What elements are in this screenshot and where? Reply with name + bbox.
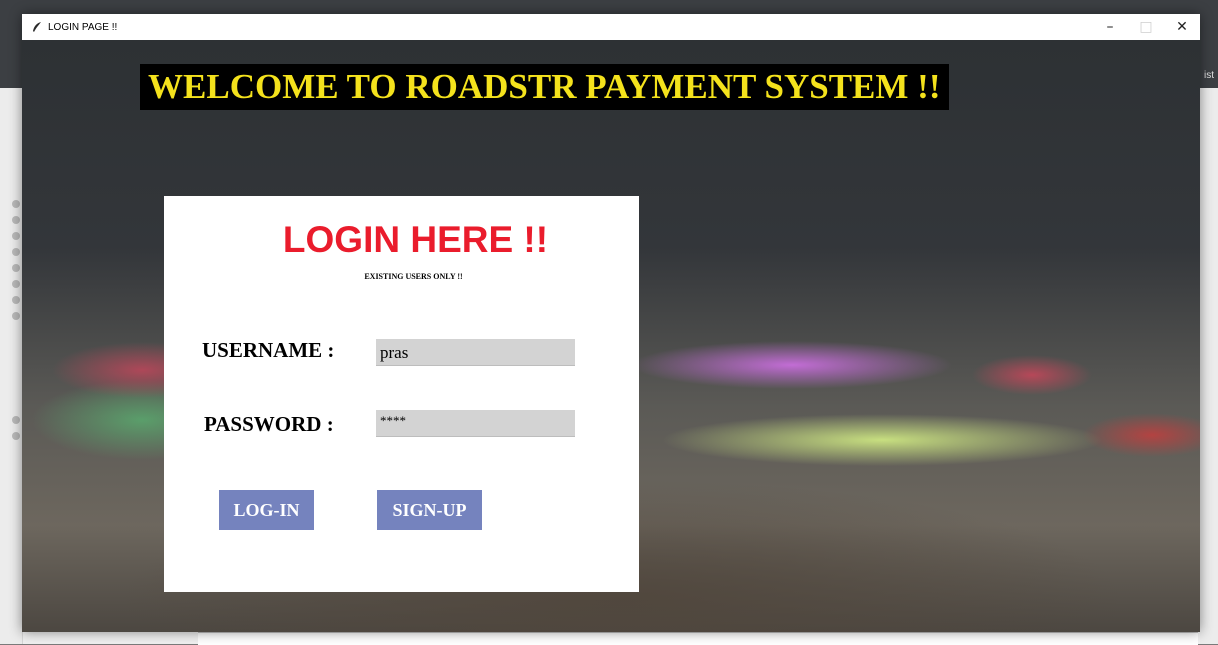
maximize-button[interactable]: □ [1128,14,1164,40]
password-label: PASSWORD : [204,412,334,436]
background-app-text: ist [1204,70,1214,81]
background-photo: WELCOME TO ROADSTR PAYMENT SYSTEM !! LOG… [22,40,1200,632]
minimize-button[interactable]: – [1092,14,1128,40]
login-panel: LOGIN HERE !! EXISTING USERS ONLY !! USE… [164,196,639,592]
tree-node-icon [12,280,20,288]
background-app-scrollbar [1200,88,1218,644]
login-button[interactable]: LOG-IN [219,490,314,530]
login-window: LOGIN PAGE !! – □ ✕ WELCOME TO ROADSTR P… [22,14,1200,632]
tree-node-icon [12,232,20,240]
tree-node-icon [12,216,20,224]
tree-node-icon [12,432,20,440]
window-title: LOGIN PAGE !! [48,21,118,33]
title-bar[interactable]: LOGIN PAGE !! – □ ✕ [22,14,1200,40]
background-app-statusbar [198,632,1198,645]
username-field[interactable]: pras [376,339,575,366]
username-label: USERNAME : [202,338,335,362]
existing-users-note: EXISTING USERS ONLY !! [364,272,463,281]
tree-node-icon [12,312,20,320]
tree-node-icon [12,296,20,304]
window-controls: – □ ✕ [1092,14,1200,40]
tree-node-icon [12,264,20,272]
signup-button[interactable]: SIGN-UP [377,490,482,530]
background-app-sidebar [0,88,23,644]
tree-node-icon [12,416,20,424]
feather-icon [30,20,44,34]
password-field[interactable]: **** [376,410,575,437]
login-heading: LOGIN HERE !! [282,219,549,260]
tree-node-icon [12,200,20,208]
tree-node-icon [12,248,20,256]
close-button[interactable]: ✕ [1164,14,1200,40]
welcome-banner: WELCOME TO ROADSTR PAYMENT SYSTEM !! [140,64,949,110]
